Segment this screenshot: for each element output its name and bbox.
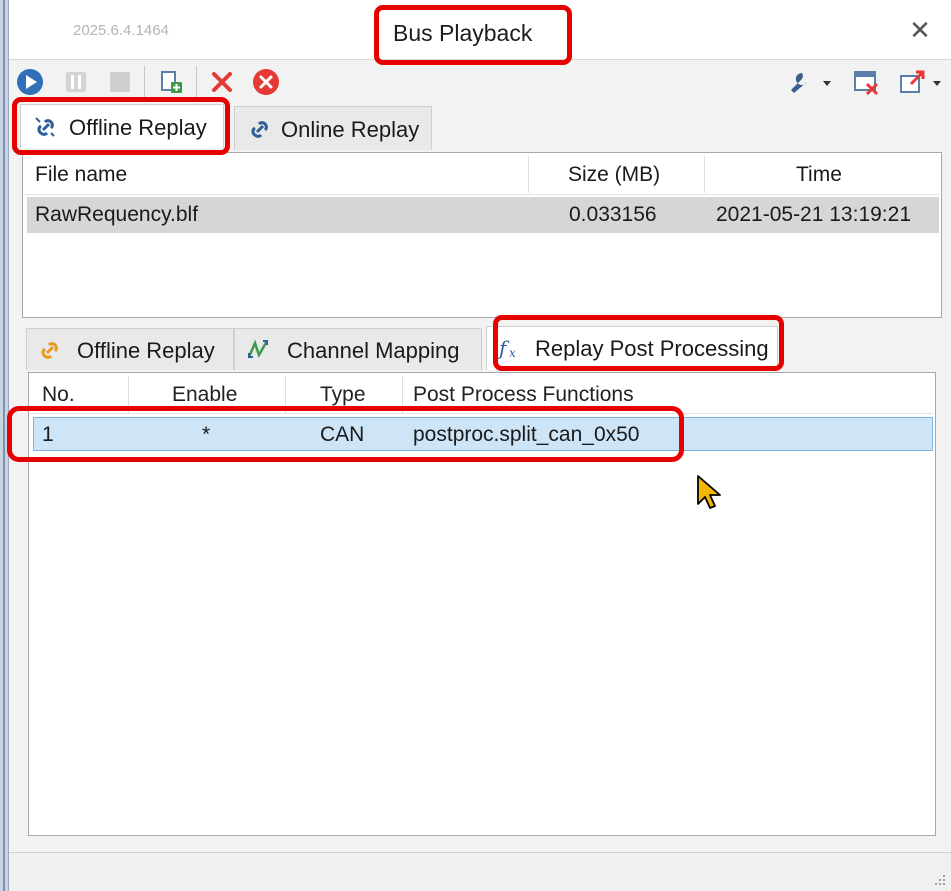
tab-online-replay-label: Online Replay (281, 117, 420, 142)
close-button[interactable]: ✕ (905, 14, 935, 46)
tab-offline-replay[interactable]: Offline Replay (20, 104, 224, 148)
window-left-border-line (3, 0, 5, 891)
add-file-icon[interactable] (155, 67, 185, 97)
resize-grip-icon[interactable] (933, 873, 947, 887)
column-divider (285, 376, 286, 413)
table-row[interactable]: 1 * CAN postproc.split_can_0x50 (33, 417, 933, 451)
column-divider (128, 376, 129, 413)
clear-all-icon[interactable] (251, 67, 281, 97)
tab-online-replay[interactable]: Online Replay (234, 106, 432, 150)
row-number-cell: 1 (42, 423, 54, 446)
toolbar (9, 60, 951, 102)
file-size-cell: 0.033156 (569, 203, 657, 226)
export-icon[interactable] (897, 67, 943, 97)
column-divider (528, 156, 529, 193)
type-cell: CAN (320, 423, 365, 446)
online-link-icon (251, 121, 268, 138)
status-bar (9, 852, 951, 891)
fx-icon: fx (497, 336, 516, 360)
files-table-header: File name Size (MB) Time (24, 154, 940, 195)
post-process-function-cell: postproc.split_can_0x50 (413, 423, 640, 446)
orange-link-icon (41, 342, 58, 359)
window-title: Bus Playback (393, 20, 533, 46)
tab-offline-replay-label: Offline Replay (69, 115, 207, 140)
offline-link-icon (35, 117, 55, 137)
column-header-time[interactable]: Time (796, 163, 842, 187)
column-header-post-process-functions[interactable]: Post Process Functions (413, 383, 634, 407)
tab-offline-replay-settings-label: Offline Replay (77, 338, 215, 363)
enable-cell[interactable]: * (202, 423, 210, 447)
tab-replay-post-processing[interactable]: fx Replay Post Processing (486, 326, 778, 370)
file-time-cell: 2021-05-21 13:19:21 (716, 203, 911, 226)
close-window-icon[interactable] (851, 67, 881, 97)
post-processing-table-header: No. Enable Type Post Process Functions (30, 374, 934, 414)
files-table: File name Size (MB) Time RawRequency.blf… (22, 152, 942, 318)
channel-mapping-icon (247, 339, 269, 359)
svg-text:x: x (509, 346, 516, 360)
mouse-cursor-icon (697, 475, 721, 509)
tab-offline-replay-settings[interactable]: Offline Replay (26, 328, 234, 370)
toolbar-separator (196, 66, 197, 98)
post-processing-table: No. Enable Type Post Process Functions 1… (28, 372, 936, 836)
table-row[interactable]: RawRequency.blf 0.033156 2021-05-21 13:1… (27, 197, 939, 233)
title-bar: 2025.6.4.1464 Bus Playback ✕ (9, 0, 951, 60)
column-divider (402, 376, 403, 413)
column-header-no[interactable]: No. (42, 383, 75, 407)
file-name-cell: RawRequency.blf (35, 203, 199, 226)
tab-replay-post-processing-label: Replay Post Processing (535, 336, 769, 361)
tab-channel-mapping-label: Channel Mapping (287, 338, 460, 363)
play-icon[interactable] (15, 67, 45, 97)
toolbar-separator (144, 66, 145, 98)
pause-icon[interactable] (61, 67, 91, 97)
column-header-size[interactable]: Size (MB) (568, 163, 660, 187)
settings-wrench-icon[interactable] (785, 67, 831, 97)
column-header-type[interactable]: Type (320, 383, 366, 407)
column-divider (704, 156, 705, 193)
column-header-enable[interactable]: Enable (172, 383, 237, 407)
bus-playback-window: 2025.6.4.1464 Bus Playback ✕ Offline Rep… (0, 0, 951, 891)
delete-icon[interactable] (207, 67, 237, 97)
column-header-file-name[interactable]: File name (35, 163, 127, 187)
version-label: 2025.6.4.1464 (73, 22, 169, 39)
stop-icon[interactable] (105, 67, 135, 97)
tab-channel-mapping[interactable]: Channel Mapping (234, 328, 482, 370)
